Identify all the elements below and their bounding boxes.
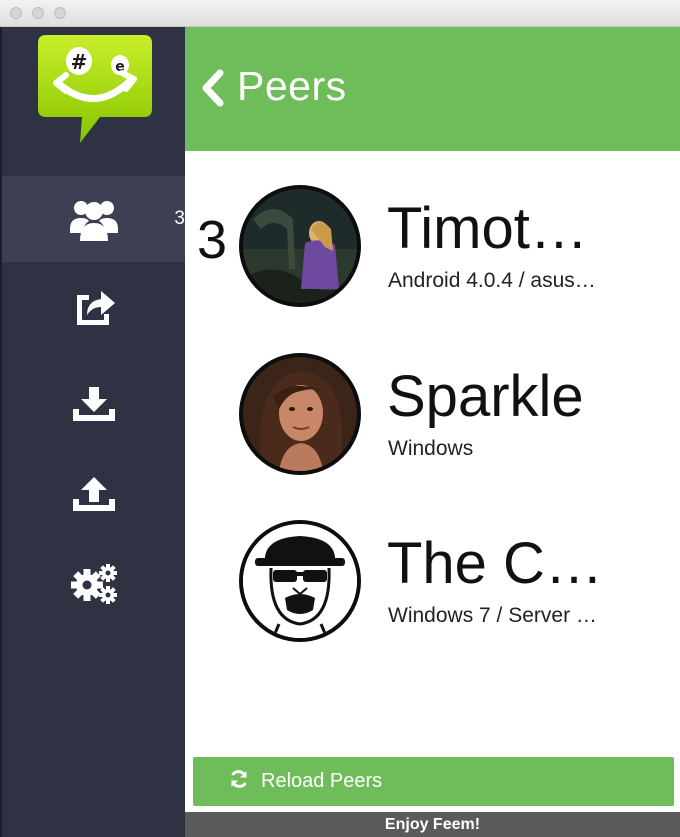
close-window-button[interactable]	[10, 7, 22, 19]
peer-list: 3 Timot… Android 4.0.4 / asus… Sparkle W…	[185, 151, 680, 756]
peer-name: Sparkle	[387, 364, 584, 429]
peer-list-item[interactable]: The C… Windows 7 / Server …	[185, 486, 680, 642]
users-icon	[69, 197, 118, 241]
peer-name: Timot…	[387, 196, 588, 261]
sidebar-item-settings[interactable]	[2, 541, 185, 627]
peer-os: Windows 7 / Server …	[388, 604, 597, 627]
window-titlebar	[0, 0, 680, 27]
settings-icon	[70, 563, 118, 605]
page-header: Peers	[185, 27, 680, 151]
peer-count-badge: 3	[174, 208, 185, 229]
chevron-left-icon[interactable]	[199, 69, 225, 112]
reload-peers-button[interactable]: Reload Peers	[193, 757, 674, 806]
peer-file-count: 3	[197, 210, 228, 270]
refresh-icon	[229, 769, 249, 795]
page-title: Peers	[237, 63, 347, 109]
upload-icon	[72, 477, 115, 511]
peer-list-item[interactable]: Sparkle Windows	[185, 319, 680, 475]
avatar	[239, 353, 361, 475]
reload-peers-label: Reload Peers	[261, 770, 383, 792]
zoom-window-button[interactable]	[54, 7, 66, 19]
peer-os: Android 4.0.4 / asus…	[388, 269, 596, 292]
sidebar-item-download[interactable]	[2, 361, 185, 447]
avatar	[239, 520, 361, 642]
avatar	[239, 185, 361, 307]
peer-list-item[interactable]: 3 Timot… Android 4.0.4 / asus…	[185, 151, 680, 307]
download-icon	[72, 387, 115, 421]
sidebar: # e 3	[0, 27, 185, 837]
sidebar-item-share[interactable]	[2, 263, 185, 349]
feem-logo-icon: # e	[36, 33, 154, 145]
share-icon	[73, 287, 115, 325]
svg-text:#: #	[71, 50, 88, 74]
sidebar-item-peers[interactable]: 3	[2, 176, 185, 262]
sidebar-item-upload[interactable]	[2, 451, 185, 537]
peer-os: Windows	[388, 437, 474, 460]
peer-name: The C…	[387, 531, 603, 596]
footer-status: Enjoy Feem!	[185, 812, 680, 837]
minimize-window-button[interactable]	[32, 7, 44, 19]
